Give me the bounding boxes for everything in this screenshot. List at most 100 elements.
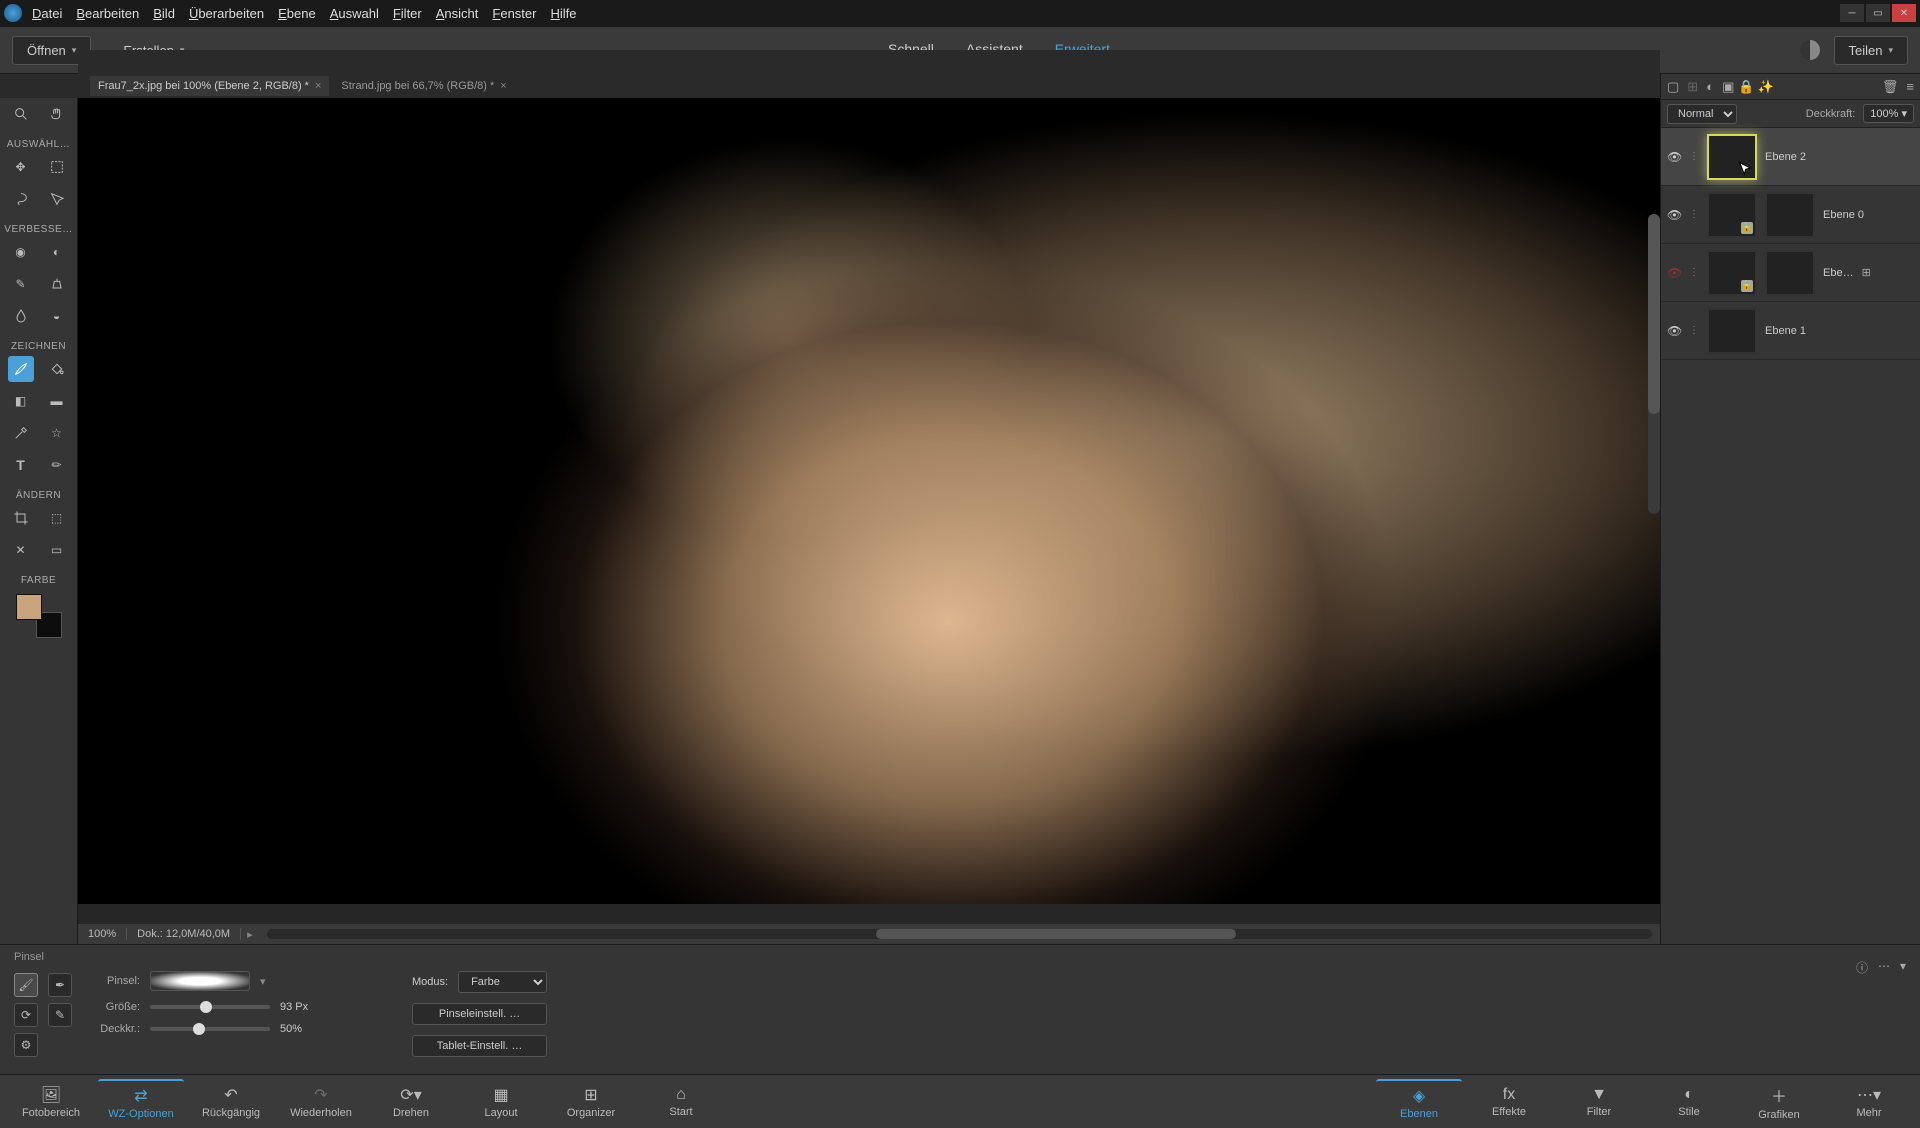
layer-row-ebene2[interactable]: 👁 ⋮ Ebene 2 [1661,128,1920,186]
menu-filter[interactable]: Filter [393,6,422,21]
text-tool[interactable]: T [8,452,34,478]
organizer-button[interactable]: ⊞Organizer [548,1079,634,1125]
menu-layer[interactable]: Ebene [278,6,316,21]
layer-row-ebene0copy[interactable]: 👁 ⋮ 🔒 Ebe… ⊞ [1661,244,1920,302]
doctab-2[interactable]: Strand.jpg bei 66,7% (RGB/8) * × [333,76,514,96]
shape-tool[interactable]: ☆ [44,420,70,446]
visibility-icon[interactable]: 👁 [1667,324,1681,338]
sponge-tool[interactable]: ◒ [44,303,70,329]
close-icon[interactable]: × [315,80,321,92]
filters-button[interactable]: ▼Filter [1556,1079,1642,1125]
help-icon[interactable]: ⓘ [1856,959,1868,976]
link-icon[interactable]: ⋮ [1689,325,1699,336]
brush-variant-pencil[interactable]: ✎ [48,1003,72,1027]
menu-help[interactable]: Hilfe [550,6,576,21]
doc-info[interactable]: Dok.: 12,0M/40,0M [127,928,241,940]
menu-edit[interactable]: Bearbeiten [76,6,139,21]
paint-bucket-tool[interactable] [44,356,70,382]
layer-name[interactable]: Ebene 2 [1765,151,1806,163]
straighten-tool[interactable]: ▭ [44,537,70,563]
eyedropper-tool[interactable] [8,420,34,446]
photobin-button[interactable]: 🖼Fotobereich [8,1079,94,1125]
marquee-tool[interactable] [44,154,70,180]
layer-name[interactable]: Ebe… [1823,267,1854,279]
link-icon[interactable]: ⋮ [1689,151,1699,162]
content-move-tool[interactable]: ✕ [8,537,34,563]
lock-icon[interactable]: 🔒 [1738,79,1754,94]
more-button[interactable]: ⋯▾Mehr [1826,1079,1912,1125]
tablet-settings-button[interactable]: Tablet-Einstell. … [412,1035,547,1057]
layer-mask-thumbnail[interactable] [1765,192,1815,238]
brush-variant-color-replace[interactable]: ⟳ [14,1003,38,1027]
brush-variant-pattern[interactable]: ⚙ [14,1033,38,1057]
smart-brush-tool[interactable]: ✎ [8,271,34,297]
size-slider[interactable] [150,1005,270,1009]
clone-stamp-tool[interactable] [44,271,70,297]
chevron-right-icon[interactable]: ▸ [241,928,259,941]
visibility-icon[interactable]: 👁 [1667,150,1681,164]
brush-preset-dropdown[interactable] [150,971,250,991]
adjustment-icon[interactable]: ◐ [1706,79,1714,95]
styles-button[interactable]: ◐Stile [1646,1079,1732,1125]
menu-select[interactable]: Auswahl [330,6,379,21]
link-icon[interactable]: ✨ [1758,79,1774,94]
blend-mode-select[interactable]: Normal [1667,104,1737,124]
theme-toggle-icon[interactable] [1800,40,1820,60]
home-button[interactable]: ⌂Start [638,1079,724,1125]
link-icon[interactable]: ⋮ [1689,267,1699,278]
layer-thumbnail[interactable] [1707,308,1757,354]
redeye-tool[interactable]: ◉ [8,239,34,265]
zoom-level[interactable]: 100% [78,928,127,940]
quick-select-tool[interactable] [44,186,70,212]
layout-button[interactable]: ▦Layout [458,1079,544,1125]
trash-icon[interactable]: 🗑 [1882,79,1899,95]
link-icon[interactable]: ⋮ [1689,209,1699,220]
rotate-button[interactable]: ⟳▾Drehen [368,1079,454,1125]
lasso-tool[interactable] [8,186,34,212]
undo-button[interactable]: ↶Rückgängig [188,1079,274,1125]
layer-row-ebene1[interactable]: 👁 ⋮ Ebene 1 [1661,302,1920,360]
collapse-icon[interactable]: ▾ [1900,959,1906,973]
close-button[interactable]: ✕ [1892,4,1916,22]
brush-settings-button[interactable]: Pinseleinstell. … [412,1003,547,1025]
hand-tool[interactable] [44,101,70,127]
chevron-down-icon[interactable]: ▾ [260,975,266,988]
crop-tool[interactable] [8,505,34,531]
brush-variant-impressionist[interactable]: ✒ [48,973,72,997]
layer-mask-thumbnail[interactable] [1765,250,1815,296]
mode-select[interactable]: Farbe [458,971,547,993]
layer-thumbnail[interactable]: 🔒 [1707,250,1757,296]
more-icon[interactable]: ⋯ [1878,959,1890,973]
blur-tool[interactable] [8,303,34,329]
vertical-scrollbar[interactable] [1648,214,1660,514]
color-swatches[interactable] [16,594,62,638]
brush-variant-regular[interactable]: 🖌 [14,973,38,997]
visibility-icon[interactable]: 👁 [1667,266,1681,280]
graphics-button[interactable]: ＋Grafiken [1736,1079,1822,1125]
horizontal-scrollbar[interactable] [267,929,1652,939]
brush-tool[interactable] [8,356,34,382]
layer-row-ebene0[interactable]: 👁 ⋮ 🔒 Ebene 0 [1661,186,1920,244]
gradient-tool[interactable]: ▬ [44,388,70,414]
zoom-tool[interactable] [8,101,34,127]
spot-heal-tool[interactable]: ◐ [44,239,70,265]
menu-image[interactable]: Bild [153,6,175,21]
eraser-tool[interactable]: ◧ [8,388,34,414]
share-button[interactable]: Teilen ▾ [1834,36,1909,65]
tool-options-button[interactable]: ⇄WZ-Optionen [98,1079,184,1125]
menu-view[interactable]: Ansicht [436,6,479,21]
new-layer-icon[interactable]: ▢ [1667,79,1679,95]
redo-button[interactable]: ↷Wiederholen [278,1079,364,1125]
menu-window[interactable]: Fenster [492,6,536,21]
effects-button[interactable]: fxEffekte [1466,1079,1552,1125]
layer-thumbnail[interactable] [1707,134,1757,180]
doctab-1[interactable]: Frau7_2x.jpg bei 100% (Ebene 2, RGB/8) *… [90,76,329,96]
recompose-tool[interactable]: ⬚ [44,505,70,531]
effects-icon[interactable]: ⊞ [1862,266,1871,279]
brush-opacity-value[interactable]: 50% [280,1023,328,1035]
new-group-icon[interactable]: ⊞ [1687,79,1698,95]
close-icon[interactable]: × [500,80,506,92]
foreground-color-swatch[interactable] [16,594,42,620]
visibility-icon[interactable]: 👁 [1667,208,1681,222]
pencil-tool[interactable]: ✏ [44,452,70,478]
